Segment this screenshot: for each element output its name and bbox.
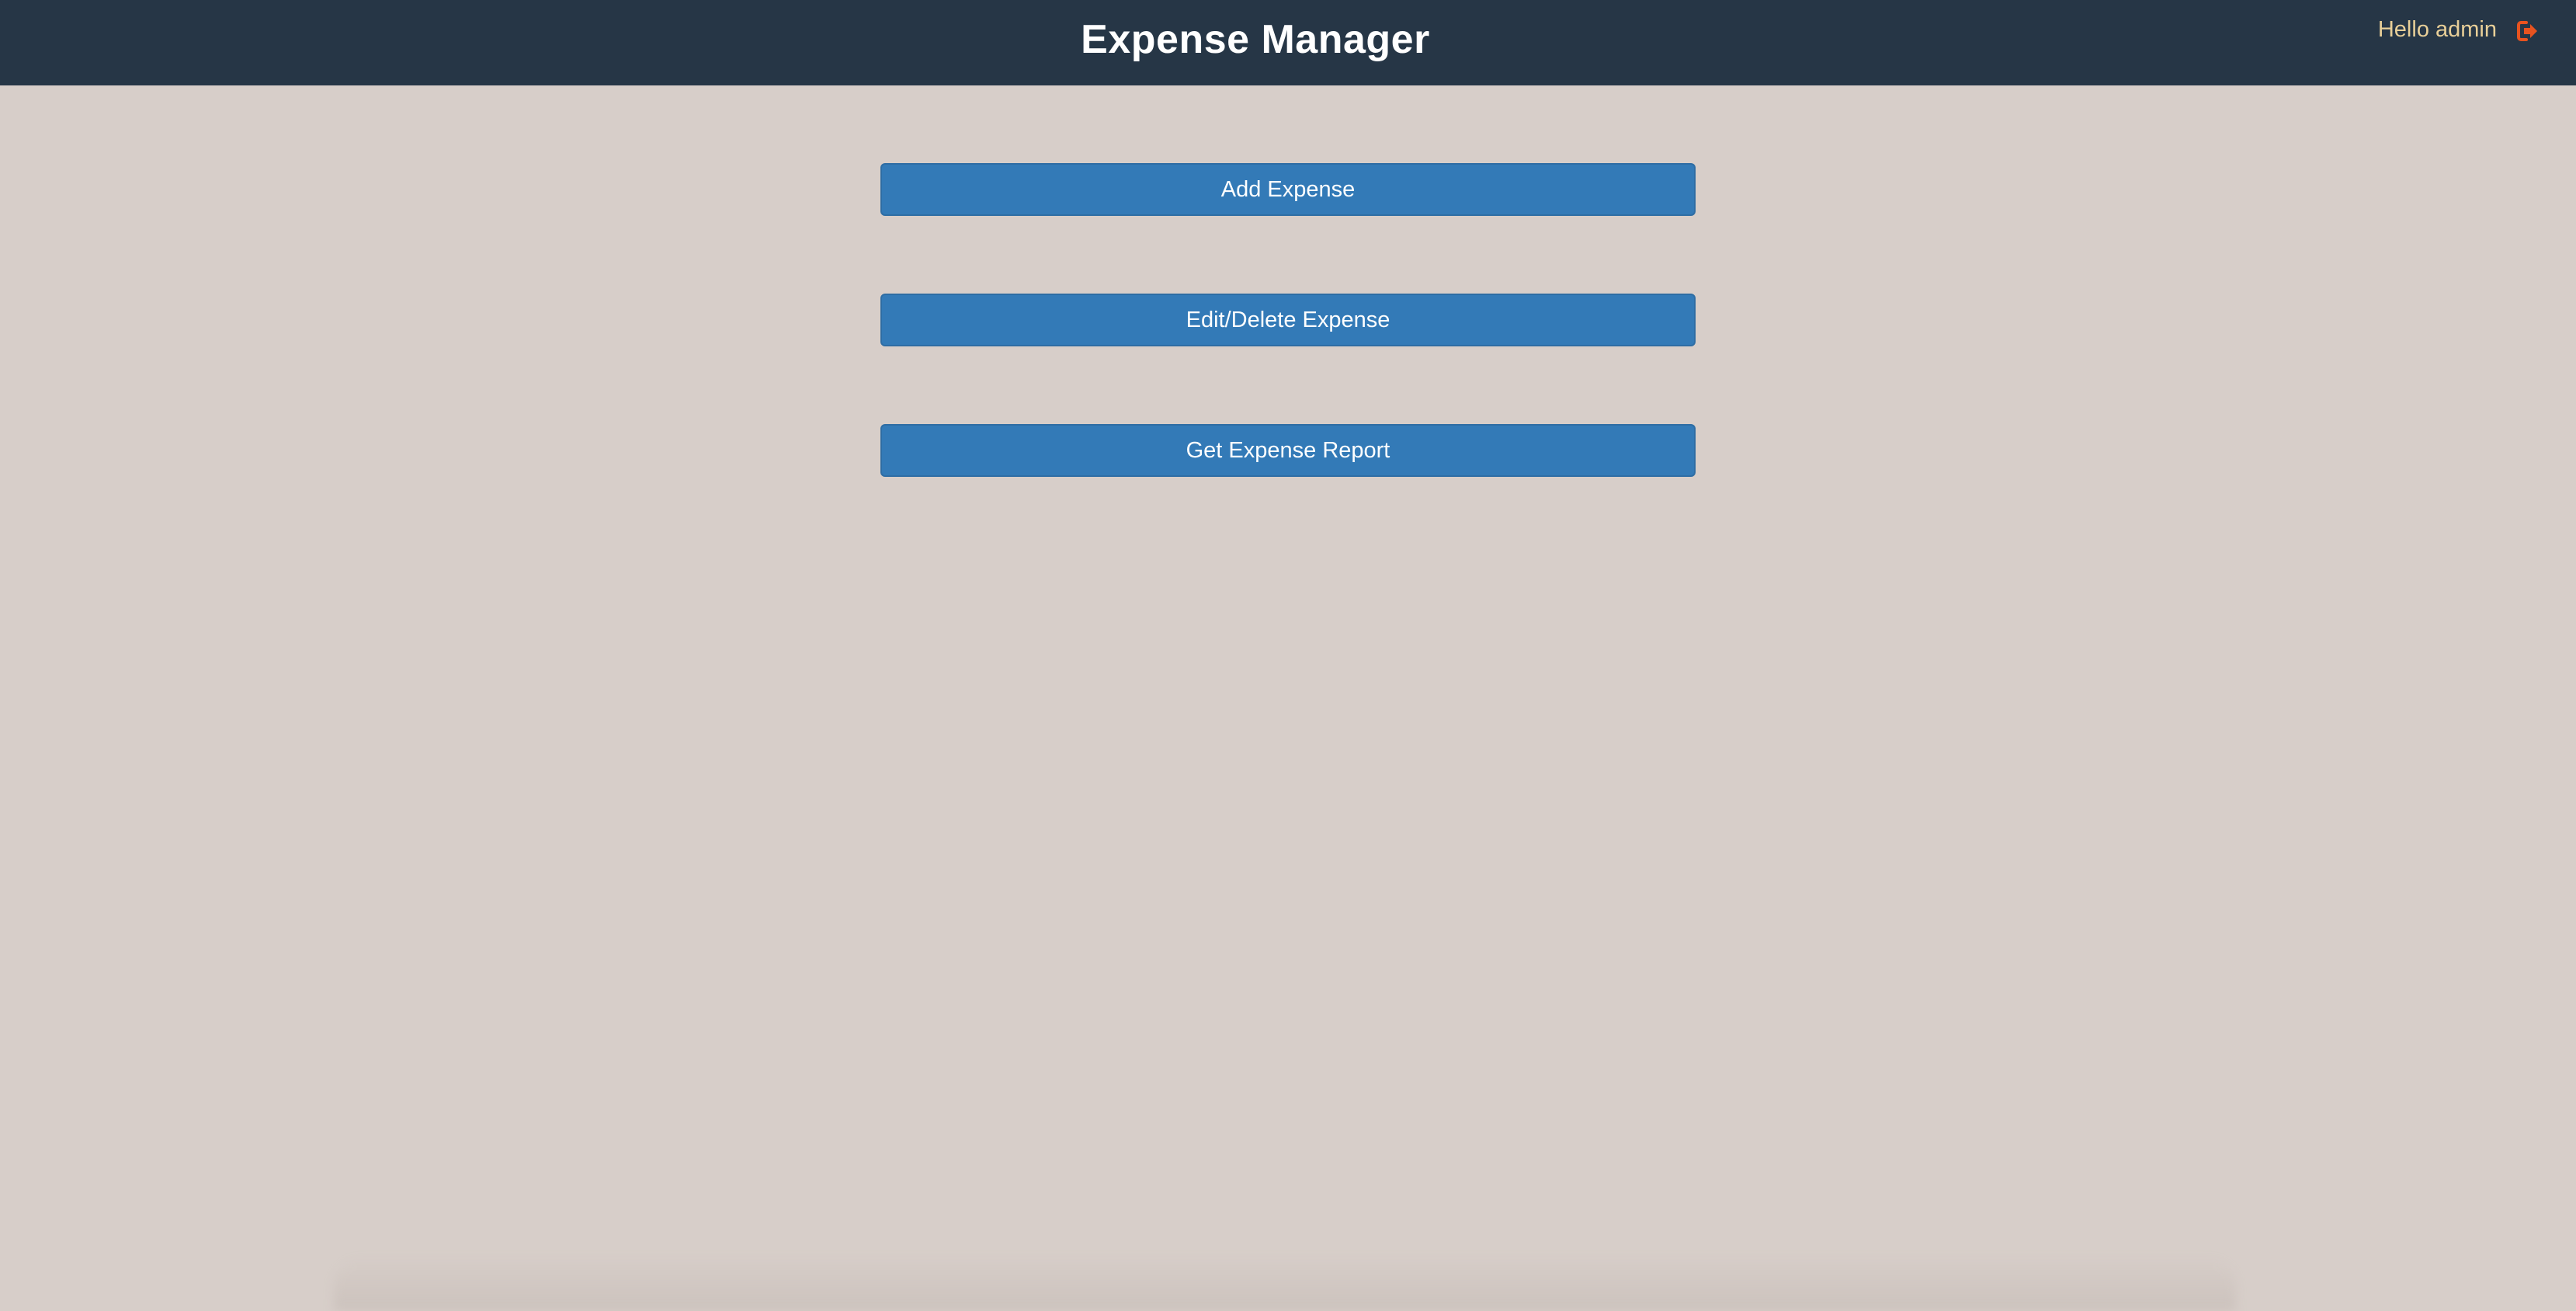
top-navbar: Expense Manager Hello admin bbox=[0, 0, 2576, 85]
app-title: Expense Manager bbox=[1081, 17, 1430, 62]
logout-icon[interactable] bbox=[2514, 18, 2540, 44]
bottom-shadow bbox=[334, 1257, 2236, 1311]
edit-delete-expense-button[interactable]: Edit/Delete Expense bbox=[880, 294, 1696, 346]
user-area: Hello admin bbox=[2378, 14, 2540, 45]
get-expense-report-button[interactable]: Get Expense Report bbox=[880, 424, 1696, 477]
main-menu: Add Expense Edit/Delete Expense Get Expe… bbox=[880, 163, 1696, 555]
user-greeting: Hello admin bbox=[2377, 17, 2497, 42]
add-expense-button[interactable]: Add Expense bbox=[880, 163, 1696, 216]
